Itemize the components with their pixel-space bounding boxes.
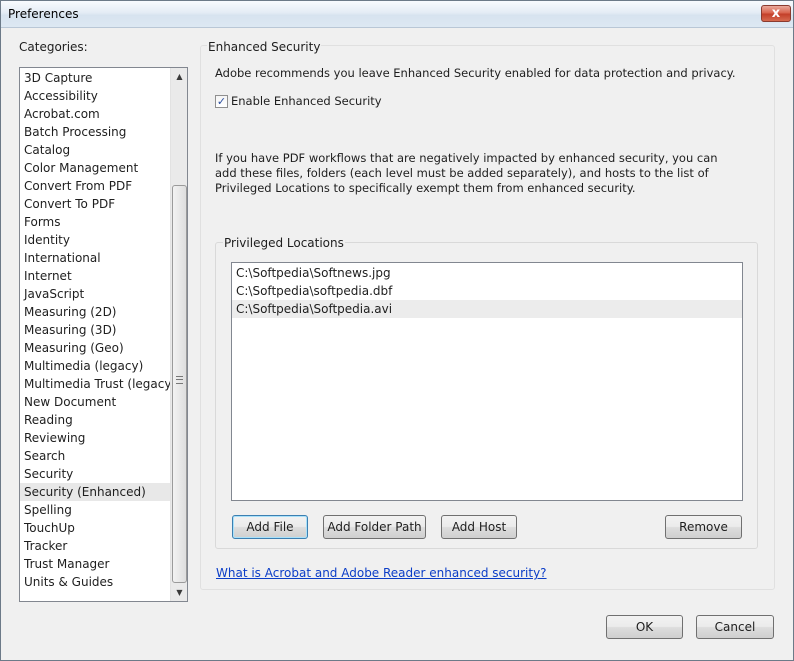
scroll-up-arrow-icon[interactable]: ▲ xyxy=(171,68,188,85)
category-item[interactable]: Reading xyxy=(20,411,170,429)
categories-items: 3D Capture Accessibility Acrobat.com Batch … xyxy=(20,68,170,601)
add-file-button[interactable]: Add File xyxy=(232,515,308,539)
remove-button[interactable]: Remove xyxy=(665,515,742,539)
cancel-button[interactable]: Cancel xyxy=(696,615,774,639)
category-item[interactable]: Measuring (3D) xyxy=(20,321,170,339)
window-title: Preferences xyxy=(8,7,79,21)
category-item[interactable]: Convert From PDF xyxy=(20,177,170,195)
enable-enhanced-security-label[interactable]: Enable Enhanced Security xyxy=(231,94,382,108)
category-item[interactable]: Identity xyxy=(20,231,170,249)
add-host-button[interactable]: Add Host xyxy=(441,515,517,539)
privileged-location-item[interactable]: C:\Softpedia\softpedia.dbf xyxy=(232,282,742,300)
category-item[interactable]: Batch Processing xyxy=(20,123,170,141)
category-item[interactable]: Units & Guides xyxy=(20,573,170,591)
grip-icon xyxy=(176,376,183,384)
category-item[interactable]: New Document xyxy=(20,393,170,411)
privileged-location-item[interactable]: C:\Softpedia\Softnews.jpg xyxy=(232,264,742,282)
scroll-down-arrow-icon[interactable]: ▼ xyxy=(171,584,188,601)
add-folder-path-button[interactable]: Add Folder Path xyxy=(323,515,426,539)
category-item[interactable]: Security (Enhanced) xyxy=(20,483,170,501)
category-item[interactable]: Color Management xyxy=(20,159,170,177)
scrollbar-thumb[interactable] xyxy=(172,185,187,583)
category-item[interactable]: Security xyxy=(20,465,170,483)
category-item[interactable]: International xyxy=(20,249,170,267)
enhanced-security-title: Enhanced Security xyxy=(207,40,322,54)
privileged-locations-title: Privileged Locations xyxy=(223,236,345,250)
category-item[interactable]: Search xyxy=(20,447,170,465)
category-item[interactable]: Forms xyxy=(20,213,170,231)
ok-button[interactable]: OK xyxy=(606,615,683,639)
category-item[interactable]: Acrobat.com xyxy=(20,105,170,123)
category-item[interactable]: TouchUp xyxy=(20,519,170,537)
category-item[interactable]: Trust Manager xyxy=(20,555,170,573)
privileged-description: If you have PDF workflows that are negat… xyxy=(215,151,718,195)
categories-label: Categories: xyxy=(19,40,88,54)
categories-scrollbar[interactable]: ▲ ▼ xyxy=(170,68,187,601)
category-item[interactable]: JavaScript xyxy=(20,285,170,303)
category-item[interactable]: Tracker xyxy=(20,537,170,555)
category-item[interactable]: Convert To PDF xyxy=(20,195,170,213)
recommendation-text: Adobe recommends you leave Enhanced Secu… xyxy=(215,66,736,80)
enhanced-security-help-link[interactable]: What is Acrobat and Adobe Reader enhance… xyxy=(216,566,547,580)
close-button[interactable]: x xyxy=(761,5,791,22)
privileged-locations-list[interactable]: C:\Softpedia\Softnews.jpg C:\Softpedia\so… xyxy=(231,262,743,501)
category-item[interactable]: Measuring (2D) xyxy=(20,303,170,321)
enable-enhanced-security-checkbox[interactable]: ✓ xyxy=(215,95,228,108)
category-item[interactable]: Multimedia (legacy) xyxy=(20,357,170,375)
category-item[interactable]: Measuring (Geo) xyxy=(20,339,170,357)
category-item[interactable]: Catalog xyxy=(20,141,170,159)
category-item[interactable]: Reviewing xyxy=(20,429,170,447)
categories-list[interactable]: 3D Capture Accessibility Acrobat.com Batch … xyxy=(19,67,188,602)
category-item[interactable]: Accessibility xyxy=(20,87,170,105)
category-item[interactable]: Multimedia Trust (legacy) xyxy=(20,375,170,393)
category-item[interactable]: Internet xyxy=(20,267,170,285)
category-item[interactable]: Spelling xyxy=(20,501,170,519)
category-item[interactable]: 3D Capture xyxy=(20,69,170,87)
privileged-location-item[interactable]: C:\Softpedia\Softpedia.avi xyxy=(232,300,742,318)
title-bar[interactable]: Preferences x xyxy=(1,1,793,28)
